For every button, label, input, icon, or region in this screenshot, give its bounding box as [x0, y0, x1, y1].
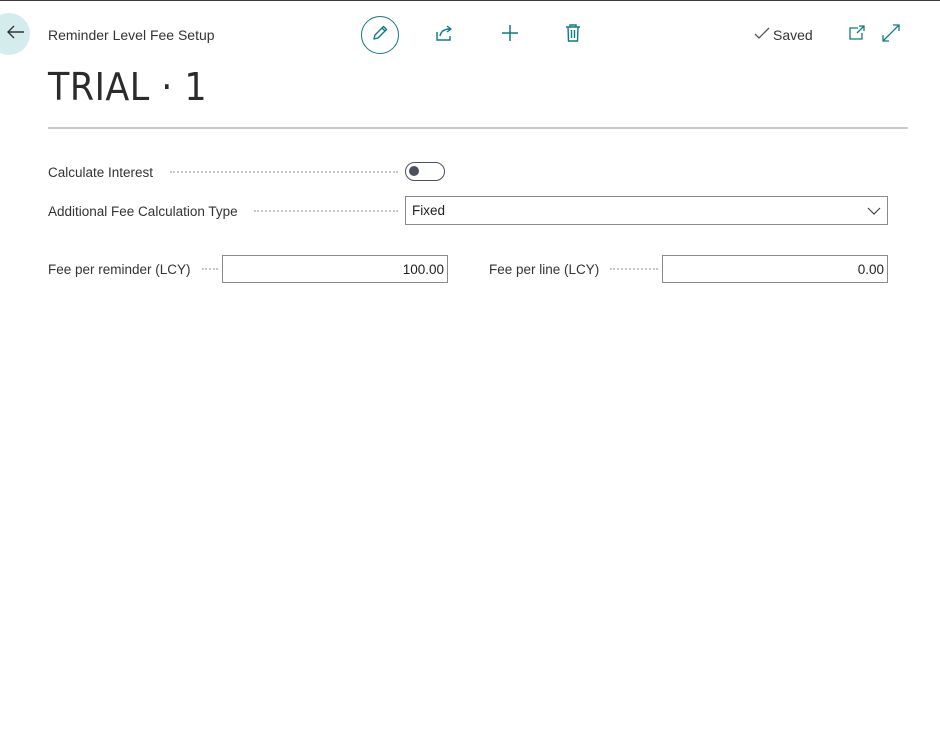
- leader-dots: [170, 171, 398, 173]
- pencil-icon: [371, 24, 389, 47]
- toggle-knob: [409, 166, 419, 176]
- trash-icon: [565, 23, 581, 48]
- page-title: TRIAL · 1: [48, 65, 208, 109]
- share-button[interactable]: [434, 24, 456, 46]
- open-new-window-button[interactable]: [846, 24, 868, 46]
- expand-button[interactable]: [880, 23, 902, 47]
- saved-status: Saved: [754, 26, 813, 43]
- calculate-interest-toggle[interactable]: [405, 162, 445, 181]
- open-new-window-icon: [848, 24, 866, 46]
- leader-dots: [254, 210, 398, 212]
- title-divider: [48, 127, 908, 129]
- fee-calc-type-label: Additional Fee Calculation Type: [48, 204, 238, 219]
- saved-label: Saved: [773, 26, 813, 43]
- share-icon: [435, 24, 455, 47]
- back-button[interactable]: [0, 13, 30, 55]
- checkmark-icon: [754, 26, 770, 43]
- expand-icon: [882, 23, 900, 47]
- edit-button[interactable]: [361, 16, 399, 54]
- back-arrow-icon: [0, 25, 25, 44]
- breadcrumb[interactable]: Reminder Level Fee Setup: [48, 27, 215, 43]
- fee-calc-type-select[interactable]: Fixed: [405, 196, 888, 225]
- fee-per-reminder-input[interactable]: 100.00: [222, 255, 448, 283]
- fee-per-line-label: Fee per line (LCY): [489, 262, 600, 277]
- fee-per-line-input[interactable]: 0.00: [662, 255, 888, 283]
- calculate-interest-label: Calculate Interest: [48, 165, 154, 180]
- fee-calc-type-value: Fixed: [412, 203, 446, 218]
- new-button[interactable]: [499, 24, 521, 46]
- plus-icon: [500, 23, 520, 48]
- leader-dots: [610, 268, 658, 270]
- leader-dots: [202, 268, 218, 270]
- delete-button[interactable]: [562, 23, 584, 48]
- fee-per-reminder-label: Fee per reminder (LCY): [48, 262, 191, 277]
- chevron-down-icon: [867, 207, 881, 215]
